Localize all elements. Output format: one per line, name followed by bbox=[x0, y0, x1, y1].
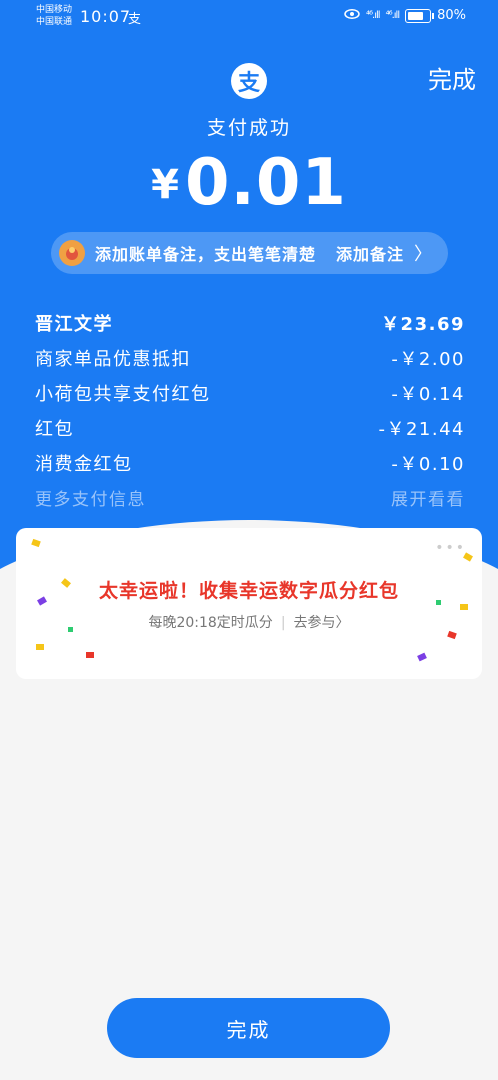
note-prompt-text: 添加账单备注，支出笔笔清楚 bbox=[95, 245, 317, 264]
payment-status-text: 支付成功 bbox=[206, 117, 291, 139]
status-indicators: ⁴⁶.ıll ⁴⁶.ıll 80% bbox=[344, 8, 466, 23]
payment-details: 晋江文学 ￥23.69 商家单品优惠抵扣 -￥2.00 小荷包共享支付红包 -￥… bbox=[35, 305, 465, 515]
detail-value: -￥21.44 bbox=[378, 418, 465, 440]
clock: 10:07 bbox=[80, 7, 132, 26]
detail-label: 小荷包共享支付红包 bbox=[35, 383, 211, 405]
promo-divider: | bbox=[280, 615, 286, 631]
promo-join-link[interactable]: 去参与〉 bbox=[294, 615, 350, 631]
alipay-logo-icon: 支 bbox=[231, 63, 267, 99]
signal-icon-2: ⁴⁶.ıll bbox=[385, 10, 400, 21]
alipay-notification-icon: 支 bbox=[128, 12, 142, 27]
done-button-top[interactable]: 完成 bbox=[428, 60, 476, 95]
confetti-decoration bbox=[31, 538, 41, 548]
mascot-icon bbox=[59, 240, 85, 266]
more-info-row[interactable]: 更多支付信息 展开看看 bbox=[35, 480, 465, 515]
confetti-decoration bbox=[36, 644, 44, 650]
currency-symbol: ¥ bbox=[151, 162, 179, 208]
carrier-names: 中国移动 中国联通 bbox=[36, 4, 72, 28]
detail-value: ￥23.69 bbox=[381, 313, 465, 335]
detail-row: 红包 -￥21.44 bbox=[35, 410, 465, 445]
more-info-label: 更多支付信息 bbox=[35, 490, 146, 510]
confetti-decoration bbox=[86, 652, 94, 658]
done-button[interactable]: 完成 bbox=[107, 998, 390, 1058]
confetti-decoration bbox=[447, 630, 457, 640]
detail-row-merchant: 晋江文学 ￥23.69 bbox=[35, 305, 465, 340]
promo-schedule: 每晚20:18定时瓜分 bbox=[148, 615, 273, 631]
detail-row: 小荷包共享支付红包 -￥0.14 bbox=[35, 375, 465, 410]
battery-icon bbox=[405, 8, 435, 23]
promo-subtitle: 每晚20:18定时瓜分 | 去参与〉 bbox=[16, 612, 482, 632]
confetti-decoration bbox=[417, 652, 427, 662]
signal-icon-1: ⁴⁶.ıll bbox=[366, 10, 380, 21]
more-options-icon[interactable]: ••• bbox=[435, 540, 466, 556]
eye-icon bbox=[344, 8, 360, 23]
payment-success-page: 中国移动 中国联通 10:07 支 ⁴⁶.ıll ⁴⁶.ıll 80% 完成 支… bbox=[0, 0, 498, 1080]
detail-value: -￥0.14 bbox=[391, 383, 465, 405]
detail-label: 红包 bbox=[35, 418, 74, 440]
detail-value: -￥0.10 bbox=[391, 453, 465, 475]
confetti-decoration bbox=[460, 604, 468, 610]
expand-link[interactable]: 展开看看 bbox=[391, 485, 465, 510]
detail-row: 消费金红包 -￥0.10 bbox=[35, 445, 465, 480]
detail-label: 晋江文学 bbox=[35, 313, 113, 335]
chevron-right-icon: 〉 bbox=[414, 244, 433, 265]
battery-percent: 80% bbox=[437, 8, 466, 23]
promo-title: 太幸运啦！收集幸运数字瓜分红包 bbox=[98, 580, 399, 602]
lucky-number-promo-card[interactable]: ••• 太幸运啦！收集幸运数字瓜分红包 每晚20:18定时瓜分 | 去参与〉 bbox=[16, 528, 482, 679]
confetti-decoration bbox=[463, 552, 473, 562]
amount-value: 0.01 bbox=[184, 146, 347, 220]
detail-row: 商家单品优惠抵扣 -￥2.00 bbox=[35, 340, 465, 375]
add-note-link[interactable]: 添加备注 bbox=[336, 241, 404, 265]
status-bar: 中国移动 中国联通 10:07 支 ⁴⁶.ıll ⁴⁶.ıll 80% bbox=[0, 0, 498, 34]
detail-value: -￥2.00 bbox=[391, 348, 465, 370]
add-note-banner[interactable]: 添加账单备注，支出笔笔清楚 添加备注 〉 bbox=[51, 232, 448, 274]
detail-label: 商家单品优惠抵扣 bbox=[35, 348, 191, 370]
payment-amount: ¥0.01 bbox=[0, 146, 498, 220]
carrier-2: 中国联通 bbox=[36, 17, 73, 27]
detail-label: 消费金红包 bbox=[35, 453, 133, 475]
carrier-1: 中国移动 bbox=[36, 5, 73, 15]
